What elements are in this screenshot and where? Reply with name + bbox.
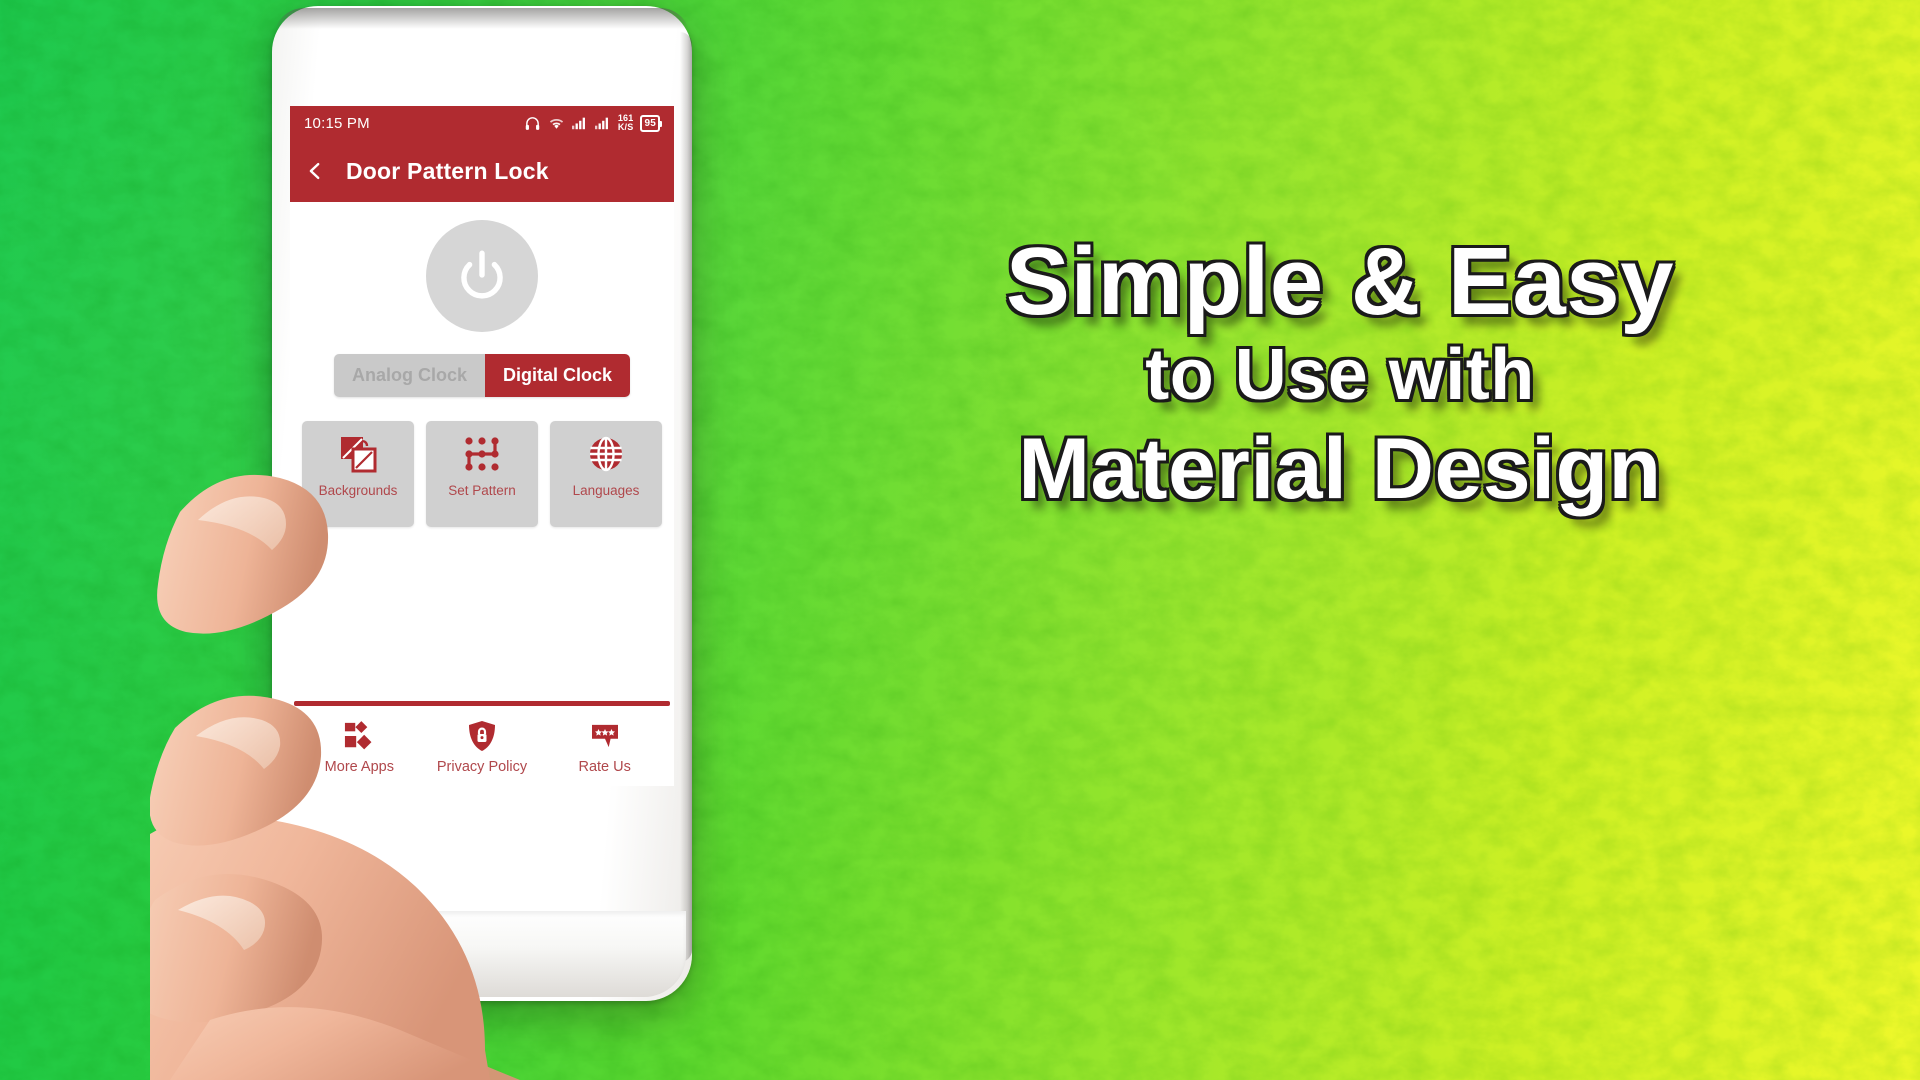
nav-item-privacy-policy[interactable]: Privacy Policy bbox=[421, 720, 544, 776]
app-bar: Door Pattern Lock bbox=[290, 140, 674, 202]
power-toggle-button[interactable] bbox=[426, 220, 538, 332]
battery-percent-label: 95 bbox=[644, 117, 656, 129]
bottom-nav-items: More Apps Privacy Policy Rate Us bbox=[290, 706, 674, 786]
tab-analog-clock[interactable]: Analog Clock bbox=[333, 354, 485, 397]
card-label: Set Pattern bbox=[448, 483, 516, 498]
bottom-navigation: More Apps Privacy Policy Rate Us bbox=[290, 700, 674, 786]
review-stars-icon bbox=[590, 720, 620, 752]
promo-line-2: to Use with bbox=[1145, 334, 1535, 415]
power-button-row bbox=[290, 202, 674, 332]
nav-item-label: Rate Us bbox=[578, 758, 631, 775]
status-bar-icons: 161 K/S 95 bbox=[524, 114, 662, 132]
pattern-dots-icon bbox=[462, 433, 502, 475]
apps-grid-icon bbox=[344, 720, 374, 752]
chevron-left-icon[interactable] bbox=[304, 156, 326, 186]
fingernail bbox=[196, 717, 281, 769]
status-bar: 10:15 PM 161 K/S 95 bbox=[290, 106, 674, 140]
images-stack-icon bbox=[338, 433, 378, 475]
promo-text: Simple & Easy to Use with Material Desig… bbox=[790, 232, 1890, 518]
clock-mode-segmented-control[interactable]: Analog Clock Digital Clock bbox=[333, 354, 631, 397]
thumbnail bbox=[178, 895, 266, 950]
phone-mockup: 10:15 PM 161 K/S 95 Door Pattern Lock An… bbox=[272, 6, 692, 1006]
tab-digital-clock[interactable]: Digital Clock bbox=[484, 354, 631, 397]
app-content: Analog Clock Digital Clock Backgrounds S… bbox=[290, 202, 674, 786]
promo-line-1: Simple & Easy bbox=[1005, 228, 1675, 335]
status-bar-time: 10:15 PM bbox=[304, 114, 370, 132]
nav-item-label: More Apps bbox=[324, 758, 394, 775]
card-label: Backgrounds bbox=[318, 483, 398, 498]
card-set-pattern[interactable]: Set Pattern bbox=[426, 421, 538, 527]
headphones-icon bbox=[525, 116, 540, 130]
battery-icon: 95 bbox=[640, 114, 662, 132]
signal-bars-icon bbox=[594, 117, 608, 130]
promo-line-3: Material Design bbox=[1018, 420, 1662, 517]
power-icon bbox=[461, 250, 503, 299]
nav-item-rate-us[interactable]: Rate Us bbox=[543, 720, 666, 776]
card-backgrounds[interactable]: Backgrounds bbox=[302, 421, 414, 527]
card-label: Languages bbox=[572, 483, 640, 498]
phone-bottom-bezel bbox=[278, 911, 686, 997]
card-languages[interactable]: Languages bbox=[550, 421, 662, 527]
network-speed-indicator: 161 K/S bbox=[618, 114, 634, 132]
globe-icon bbox=[586, 433, 626, 475]
clock-mode-row: Analog Clock Digital Clock bbox=[290, 354, 674, 397]
feature-card-row: Backgrounds Set Pattern Languages bbox=[290, 421, 674, 527]
page-title: Door Pattern Lock bbox=[346, 157, 549, 184]
shield-lock-icon bbox=[468, 720, 496, 752]
signal-bars-icon bbox=[571, 117, 585, 130]
forearm bbox=[170, 1007, 520, 1080]
network-speed-unit: K/S bbox=[617, 122, 634, 132]
phone-right-edge bbox=[680, 32, 692, 962]
nav-item-label: Privacy Policy bbox=[436, 758, 528, 775]
nav-item-more-apps[interactable]: More Apps bbox=[298, 720, 421, 776]
phone-screen: 10:15 PM 161 K/S 95 Door Pattern Lock An… bbox=[290, 106, 674, 786]
wifi-icon bbox=[549, 118, 563, 129]
